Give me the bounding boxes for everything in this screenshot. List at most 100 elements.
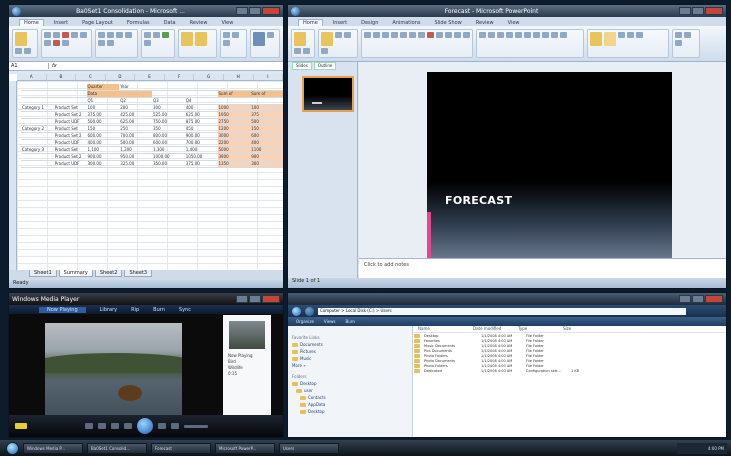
font-group[interactable] — [40, 29, 92, 58]
table-cell[interactable]: 1,300 — [152, 147, 185, 153]
table-cell[interactable] — [21, 133, 54, 139]
table-cell[interactable]: 700.00 — [119, 133, 152, 139]
tab-formulas[interactable]: Formulas — [123, 20, 154, 26]
alignment-group[interactable] — [94, 29, 139, 58]
taskbar-button[interactable]: Windows Media P... — [23, 442, 83, 454]
table-cell[interactable]: 700.00 — [185, 140, 218, 146]
tab-insert[interactable]: Insert — [329, 20, 351, 26]
mute-icon[interactable] — [170, 423, 179, 429]
table-cell[interactable] — [21, 154, 54, 160]
table-cell[interactable]: 250 — [119, 126, 152, 132]
favorite-link[interactable]: Documents — [292, 341, 408, 348]
tab-page-layout[interactable]: Page Layout — [78, 20, 117, 26]
repeat-icon[interactable] — [97, 423, 106, 429]
table-cell[interactable]: Q4 — [185, 98, 218, 104]
maximize-button[interactable] — [692, 295, 704, 303]
taskbar-button[interactable]: Microsoft PowerP... — [215, 442, 275, 454]
number-group[interactable] — [141, 29, 175, 58]
table-cell[interactable] — [185, 84, 218, 90]
table-cell[interactable]: Product UDF — [54, 119, 87, 125]
table-cell[interactable]: 150 — [87, 126, 120, 132]
table-cell[interactable]: 1350 — [217, 161, 251, 167]
table-cell[interactable]: 5000 — [217, 147, 251, 153]
tab-now-playing[interactable]: Now Playing — [39, 306, 86, 313]
slide-thumbnail[interactable] — [302, 76, 354, 112]
table-cell[interactable]: Category 3 — [21, 147, 54, 153]
stop-icon[interactable] — [110, 423, 119, 429]
table-cell[interactable]: 450 — [185, 126, 218, 132]
play-pause-button[interactable] — [136, 418, 153, 434]
table-cell[interactable] — [21, 161, 54, 167]
worksheet[interactable]: ABCDEFGHI Quarter Year Data Sum of Sum of Q1 Q… — [9, 74, 283, 270]
table-cell[interactable] — [218, 84, 251, 90]
column-header[interactable]: Size — [559, 326, 589, 332]
table-cell[interactable]: 325.00 — [119, 161, 152, 167]
tree-item[interactable]: Contacts — [292, 394, 408, 401]
table-cell[interactable]: 800.00 — [152, 133, 185, 139]
table-cell[interactable]: 500 — [250, 119, 283, 125]
burn-button[interactable]: Burn — [346, 319, 355, 324]
minimize-button[interactable] — [679, 295, 691, 303]
table-cell[interactable] — [54, 91, 87, 97]
column-header[interactable]: Name — [414, 326, 469, 332]
tab-design[interactable]: Design — [357, 20, 382, 26]
table-cell[interactable] — [21, 140, 54, 146]
table-cell[interactable]: 1950 — [217, 112, 251, 118]
table-cell[interactable]: Data — [86, 91, 120, 97]
table-cell[interactable]: 500.00 — [119, 140, 152, 146]
close-button[interactable] — [705, 7, 723, 15]
table-cell[interactable]: Product Set 2 — [54, 154, 87, 160]
table-cell[interactable]: Product UDF — [54, 140, 87, 146]
table-row[interactable]: Product UDF 300.00 325.00 350.00 375.00 1350 3… — [21, 161, 283, 168]
previous-icon[interactable] — [123, 423, 132, 429]
table-cell[interactable]: Sum of — [250, 91, 283, 97]
table-cell[interactable]: 400 — [185, 105, 218, 111]
table-cell[interactable]: 500.00 — [87, 119, 120, 125]
table-cell[interactable]: 375 — [250, 112, 283, 118]
table-cell[interactable]: 1000.00 — [152, 154, 185, 160]
minimize-button[interactable] — [236, 7, 248, 15]
table-cell[interactable] — [185, 91, 218, 97]
slides-group[interactable] — [318, 29, 358, 58]
table-cell[interactable]: Year — [119, 84, 152, 90]
clipboard-group[interactable] — [291, 29, 315, 58]
table-cell[interactable]: 350.00 — [152, 161, 185, 167]
table-cell[interactable]: 3000 — [217, 133, 251, 139]
table-cell[interactable] — [119, 91, 152, 97]
table-cell[interactable]: Quarter — [86, 84, 120, 90]
cut-icon[interactable] — [15, 48, 22, 54]
tab-view[interactable]: View — [217, 20, 237, 26]
name-box[interactable]: A1 — [9, 63, 49, 69]
tab-sync[interactable]: Sync — [179, 307, 191, 313]
table-row[interactable]: Category 2 Product Set 150 250 350 450 1200 150 — [21, 126, 283, 133]
tab-rip[interactable]: Rip — [131, 307, 139, 313]
explorer-titlebar[interactable] — [288, 293, 726, 305]
table-cell[interactable]: 1,100 — [87, 147, 120, 153]
table-cell[interactable]: Product Set — [54, 147, 87, 153]
table-row[interactable]: Category 1 Product Set 100 200 300 400 1000 100 — [21, 105, 283, 112]
ppt-titlebar[interactable]: Forecast - Microsoft PowerPoint — [288, 5, 726, 17]
copy-icon[interactable] — [24, 48, 31, 54]
table-cell[interactable]: 300 — [152, 105, 185, 111]
table-cell[interactable] — [152, 91, 185, 97]
table-cell[interactable]: 375.00 — [185, 161, 218, 167]
pivot-table[interactable]: Quarter Year Data Sum of Sum of Q1 Q2 Q3 Q4 Categ… — [21, 84, 283, 168]
table-cell[interactable] — [250, 98, 283, 104]
table-cell[interactable]: 400 — [250, 140, 283, 146]
table-cell[interactable] — [250, 84, 283, 90]
shuffle-icon[interactable] — [84, 423, 93, 429]
table-cell[interactable]: 100 — [250, 105, 283, 111]
table-cell[interactable]: 200 — [119, 105, 152, 111]
table-cell[interactable] — [21, 91, 54, 97]
table-cell[interactable]: Product Set — [54, 126, 87, 132]
tree-item[interactable]: user — [292, 387, 408, 394]
table-cell[interactable]: 150 — [250, 126, 283, 132]
table-cell[interactable] — [54, 84, 87, 90]
table-cell[interactable]: 1000 — [217, 105, 251, 111]
tab-slides[interactable]: Slides — [292, 62, 312, 70]
tab-outline[interactable]: Outline — [313, 62, 337, 70]
table-cell[interactable]: 900.00 — [185, 133, 218, 139]
table-row[interactable]: Product Set 2 600.00 700.00 800.00 900.00 300… — [21, 133, 283, 140]
table-row[interactable]: Data Sum of Sum of — [21, 91, 283, 98]
table-cell[interactable]: Product UDF — [54, 161, 87, 167]
